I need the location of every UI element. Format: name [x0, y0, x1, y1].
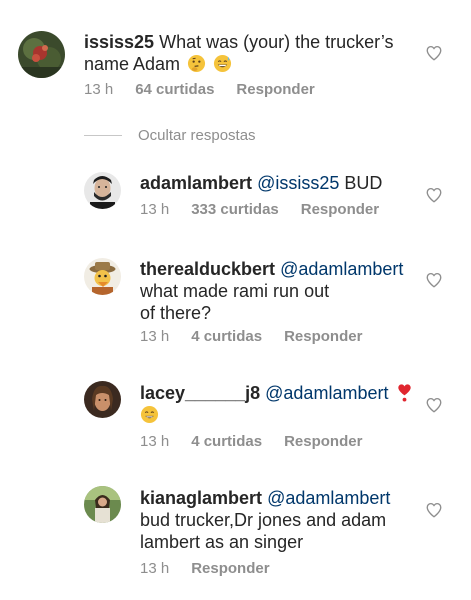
- comment-text: therealduckbert @adamlambert: [140, 258, 420, 280]
- reply-button[interactable]: Responder: [191, 560, 269, 577]
- heart-outline-icon[interactable]: [425, 271, 443, 289]
- hide-replies-line: [84, 134, 122, 136]
- reply-button[interactable]: Responder: [236, 81, 314, 98]
- reply-button[interactable]: Responder: [301, 201, 379, 218]
- avatar-lacey-j8[interactable]: [84, 381, 121, 418]
- comment-mention[interactable]: @adamlambert: [267, 488, 390, 508]
- likes-count[interactable]: 333 curtidas: [191, 201, 279, 218]
- heart-outline-icon[interactable]: [425, 186, 443, 204]
- comment-body-line-1: what made rami run out: [140, 281, 330, 301]
- comment-username[interactable]: lacey______j8: [140, 383, 260, 403]
- hide-replies-button[interactable]: Ocultar respostas: [84, 125, 256, 145]
- comment-body-line-2: lambert as an singer: [140, 532, 304, 552]
- comment-text: lacey______j8 @adamlambert: [140, 382, 420, 404]
- likes-count[interactable]: 4 curtidas: [191, 433, 262, 450]
- comment-username[interactable]: ississ25: [84, 32, 154, 52]
- comment-body: BUD: [344, 173, 383, 193]
- comment-text: ississ25 What was (your) the trucker’s n…: [84, 31, 414, 75]
- avatar-adamlambert[interactable]: [84, 172, 121, 209]
- avatar-ississ25[interactable]: [18, 31, 65, 78]
- likes-count[interactable]: 4 curtidas: [191, 328, 262, 345]
- thinking-face-emoji: [187, 54, 206, 73]
- comment-time: 13 h: [140, 201, 170, 218]
- reply-button[interactable]: Responder: [284, 433, 362, 450]
- comment-text: kianaglambert @adamlambert: [140, 487, 420, 509]
- comment-time: 13 h: [140, 560, 170, 577]
- smiling-face-emoji: [140, 405, 159, 424]
- heart-outline-icon[interactable]: [425, 44, 443, 62]
- comment-time: 13 h: [84, 81, 114, 98]
- heart-outline-icon[interactable]: [425, 501, 443, 519]
- likes-count[interactable]: 64 curtidas: [135, 81, 214, 98]
- comment-username[interactable]: adamlambert: [140, 173, 252, 193]
- avatar-kianaglambert[interactable]: [84, 486, 121, 523]
- comment-body-line-2: [140, 404, 420, 426]
- comment-username[interactable]: therealduckbert: [140, 259, 275, 279]
- comment-body-line-1: bud trucker,Dr jones and adam: [140, 510, 387, 530]
- comment-username[interactable]: kianaglambert: [140, 488, 262, 508]
- comment-time: 13 h: [140, 328, 170, 345]
- comment-mention[interactable]: @ississ25: [257, 173, 339, 193]
- comment-body-line-2: of there?: [140, 303, 212, 323]
- grinning-sweat-emoji: [213, 54, 232, 73]
- avatar-therealduckbert[interactable]: [84, 258, 121, 295]
- comment-mention[interactable]: @adamlambert: [265, 383, 388, 403]
- hide-replies-label: Ocultar respostas: [138, 126, 256, 144]
- comment-time: 13 h: [140, 433, 170, 450]
- heart-exclamation-emoji: [395, 383, 414, 402]
- heart-outline-icon[interactable]: [425, 396, 443, 414]
- reply-button[interactable]: Responder: [284, 328, 362, 345]
- comment-text: adamlambert @ississ25 BUD: [140, 172, 420, 194]
- comment-mention[interactable]: @adamlambert: [280, 259, 403, 279]
